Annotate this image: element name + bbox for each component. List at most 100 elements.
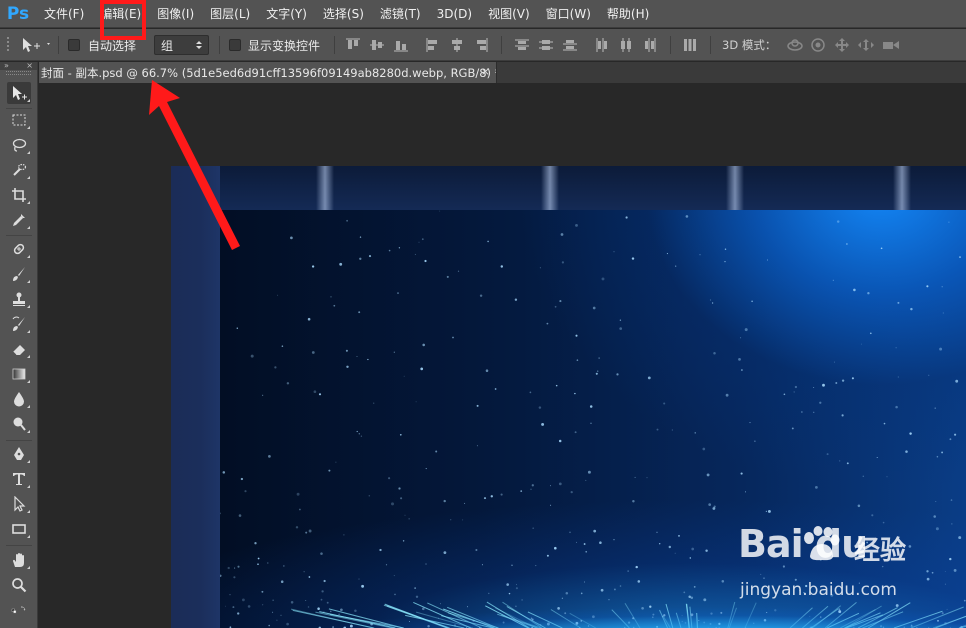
star-particle	[593, 529, 597, 533]
lasso-tool-icon[interactable]	[7, 134, 31, 156]
hand-tool-icon[interactable]	[7, 549, 31, 571]
star-particle	[286, 622, 289, 626]
menu-view[interactable]: 视图(V)	[480, 0, 538, 28]
auto-select-checkbox[interactable]	[68, 29, 80, 61]
menu-image[interactable]: 图像(I)	[149, 0, 202, 28]
clone-stamp-tool-icon[interactable]	[7, 288, 31, 310]
distribute-vcenter-icon[interactable]	[538, 29, 554, 61]
star-particle	[663, 402, 666, 405]
red-arrow-annotation	[149, 80, 240, 250]
star-particle	[613, 588, 616, 591]
star-particle	[646, 477, 648, 479]
star-particle	[398, 247, 401, 249]
star-particle	[220, 512, 221, 515]
eraser-tool-icon[interactable]	[7, 338, 31, 360]
star-particle	[539, 267, 541, 269]
document-tab-close-button[interactable]: ×	[481, 65, 490, 78]
path-selection-tool-icon[interactable]	[7, 493, 31, 515]
type-tool-icon[interactable]	[7, 468, 31, 490]
star-particle	[554, 546, 557, 550]
marquee-tool-icon[interactable]	[7, 109, 31, 131]
star-particle	[368, 255, 372, 258]
quick-selection-tool-icon[interactable]	[7, 159, 31, 181]
star-particle	[691, 547, 695, 551]
menu-type[interactable]: 文字(Y)	[258, 0, 315, 28]
star-particle	[897, 376, 899, 378]
blur-tool-icon[interactable]	[7, 388, 31, 410]
star-particle	[634, 476, 636, 478]
zoom-tool-icon[interactable]	[7, 574, 31, 596]
star-particle	[749, 422, 751, 424]
star-particle	[958, 536, 962, 540]
distribute-bottom-icon[interactable]	[562, 29, 578, 61]
tools-panel-grip[interactable]	[6, 71, 31, 75]
star-particle	[457, 270, 460, 272]
distribute-left-icon[interactable]	[594, 29, 610, 61]
star-particle	[876, 456, 878, 459]
document-tab[interactable]: 封面 - 副本.psd @ 66.7% (5d1e5ed6d91cff13596…	[39, 62, 497, 83]
star-particle	[685, 215, 689, 218]
star-particle	[560, 233, 564, 236]
star-particle	[500, 493, 503, 496]
auto-select-target-dropdown[interactable]: 组	[154, 35, 209, 55]
star-particle	[443, 499, 446, 503]
star-particle	[791, 427, 794, 430]
star-particle	[546, 322, 549, 325]
tool-preset-move-icon[interactable]	[20, 29, 52, 61]
star-particle	[740, 337, 742, 339]
star-particle	[713, 505, 716, 508]
show-transform-checkbox[interactable]	[229, 29, 241, 61]
star-particle	[725, 393, 729, 397]
align-bottom-icon[interactable]	[393, 29, 409, 61]
auto-select-target-value: 组	[161, 38, 174, 53]
star-particle	[895, 347, 897, 349]
align-hcenter-icon[interactable]	[449, 29, 465, 61]
auto-align-layers-icon[interactable]	[682, 29, 698, 61]
star-particle	[404, 514, 406, 516]
dodge-tool-icon[interactable]	[7, 413, 31, 435]
star-particle	[584, 581, 585, 583]
rectangle-tool-icon[interactable]	[7, 518, 31, 540]
align-top-icon[interactable]	[345, 29, 361, 61]
star-particle	[425, 563, 427, 565]
distribute-right-icon[interactable]	[642, 29, 658, 61]
3d-roll-icon[interactable]	[810, 29, 826, 61]
menu-file[interactable]: 文件(F)	[36, 0, 92, 28]
crop-tool-icon[interactable]	[7, 184, 31, 206]
menu-layer[interactable]: 图层(L)	[202, 0, 258, 28]
menu-3d[interactable]: 3D(D)	[429, 0, 480, 28]
star-particle	[402, 540, 405, 542]
3d-rotate-icon[interactable]	[786, 29, 804, 61]
3d-slide-icon[interactable]	[857, 29, 875, 61]
brush-tool-icon[interactable]	[7, 263, 31, 285]
star-particle	[705, 549, 708, 552]
align-left-icon[interactable]	[425, 29, 441, 61]
star-particle	[399, 433, 402, 436]
menu-window[interactable]: 窗口(W)	[538, 0, 599, 28]
star-particle	[575, 334, 578, 337]
star-particle	[576, 359, 579, 361]
gradient-tool-icon[interactable]	[7, 363, 31, 385]
eyedropper-tool-icon[interactable]	[7, 209, 31, 231]
color-swatches-icon[interactable]	[3, 598, 35, 620]
move-tool-icon[interactable]	[7, 82, 31, 104]
close-panel-button[interactable]: ×	[26, 62, 33, 70]
collapse-panel-button[interactable]: »	[4, 62, 9, 70]
menu-help[interactable]: 帮助(H)	[599, 0, 657, 28]
3d-drag-icon[interactable]	[834, 29, 850, 61]
star-particle	[959, 256, 961, 259]
menu-select[interactable]: 选择(S)	[315, 0, 372, 28]
star-particle	[538, 406, 542, 409]
star-particle	[397, 292, 399, 295]
star-particle	[941, 451, 944, 454]
align-vcenter-icon[interactable]	[369, 29, 385, 61]
distribute-hcenter-icon[interactable]	[618, 29, 634, 61]
healing-brush-tool-icon[interactable]	[7, 238, 31, 260]
3d-scale-icon[interactable]	[882, 29, 900, 61]
star-particle	[488, 592, 490, 595]
align-right-icon[interactable]	[473, 29, 489, 61]
pen-tool-icon[interactable]	[7, 443, 31, 465]
distribute-top-icon[interactable]	[514, 29, 530, 61]
history-brush-tool-icon[interactable]	[7, 313, 31, 335]
menu-filter[interactable]: 滤镜(T)	[372, 0, 429, 28]
